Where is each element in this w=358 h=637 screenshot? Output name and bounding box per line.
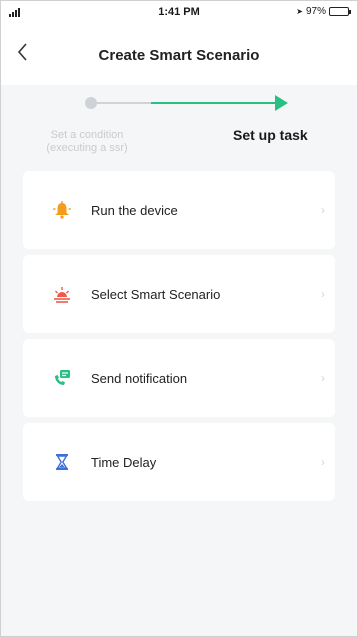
task-run-device[interactable]: Run the device › [23,171,335,249]
bell-icon [51,199,73,221]
chevron-right-icon: › [321,455,325,469]
create-smart-scenario-screen: 1:41 PM ➤ 97% Create Smart Scenario Set … [0,0,358,637]
battery-percent: 97% [305,6,326,17]
task-label: Select Smart Scenario [91,286,221,302]
task-label: Send notification [91,370,188,386]
sunrise-icon [51,283,73,305]
page-title: Create Smart Scenario [98,47,260,64]
step1-label: Set a condition (executing a ssr) [46,129,128,154]
hourglass-icon [51,451,73,473]
step2-arrow-icon [275,95,288,111]
task-time-delay[interactable]: Time Delay › [23,423,335,501]
nav-bar: Create Smart Scenario [1,23,357,85]
status-bar: 1:41 PM ➤ 97% [1,1,357,23]
chevron-right-icon: › [321,371,325,385]
step1-dot [85,97,97,109]
step-line-active [151,102,279,104]
chevron-right-icon: › [321,287,325,301]
stepper: Set a condition (executing a ssr) Set up… [1,85,357,171]
notification-icon [51,367,73,389]
chevron-right-icon: › [321,203,325,217]
task-label: Run the device [91,202,178,218]
task-select-smart-scenario[interactable]: Select Smart Scenario › [23,255,335,333]
status-right: ➤ 97% [296,6,351,17]
location-arrow-icon: ➤ [296,7,303,16]
task-label: Time Delay [91,454,157,470]
step-line-completed [91,102,151,104]
task-send-notification[interactable]: Send notification › [23,339,335,417]
task-list: Run the device › Select Smart Scenario › [23,171,335,507]
step2-label: Set up task [233,127,308,143]
battery-icon [329,7,351,16]
